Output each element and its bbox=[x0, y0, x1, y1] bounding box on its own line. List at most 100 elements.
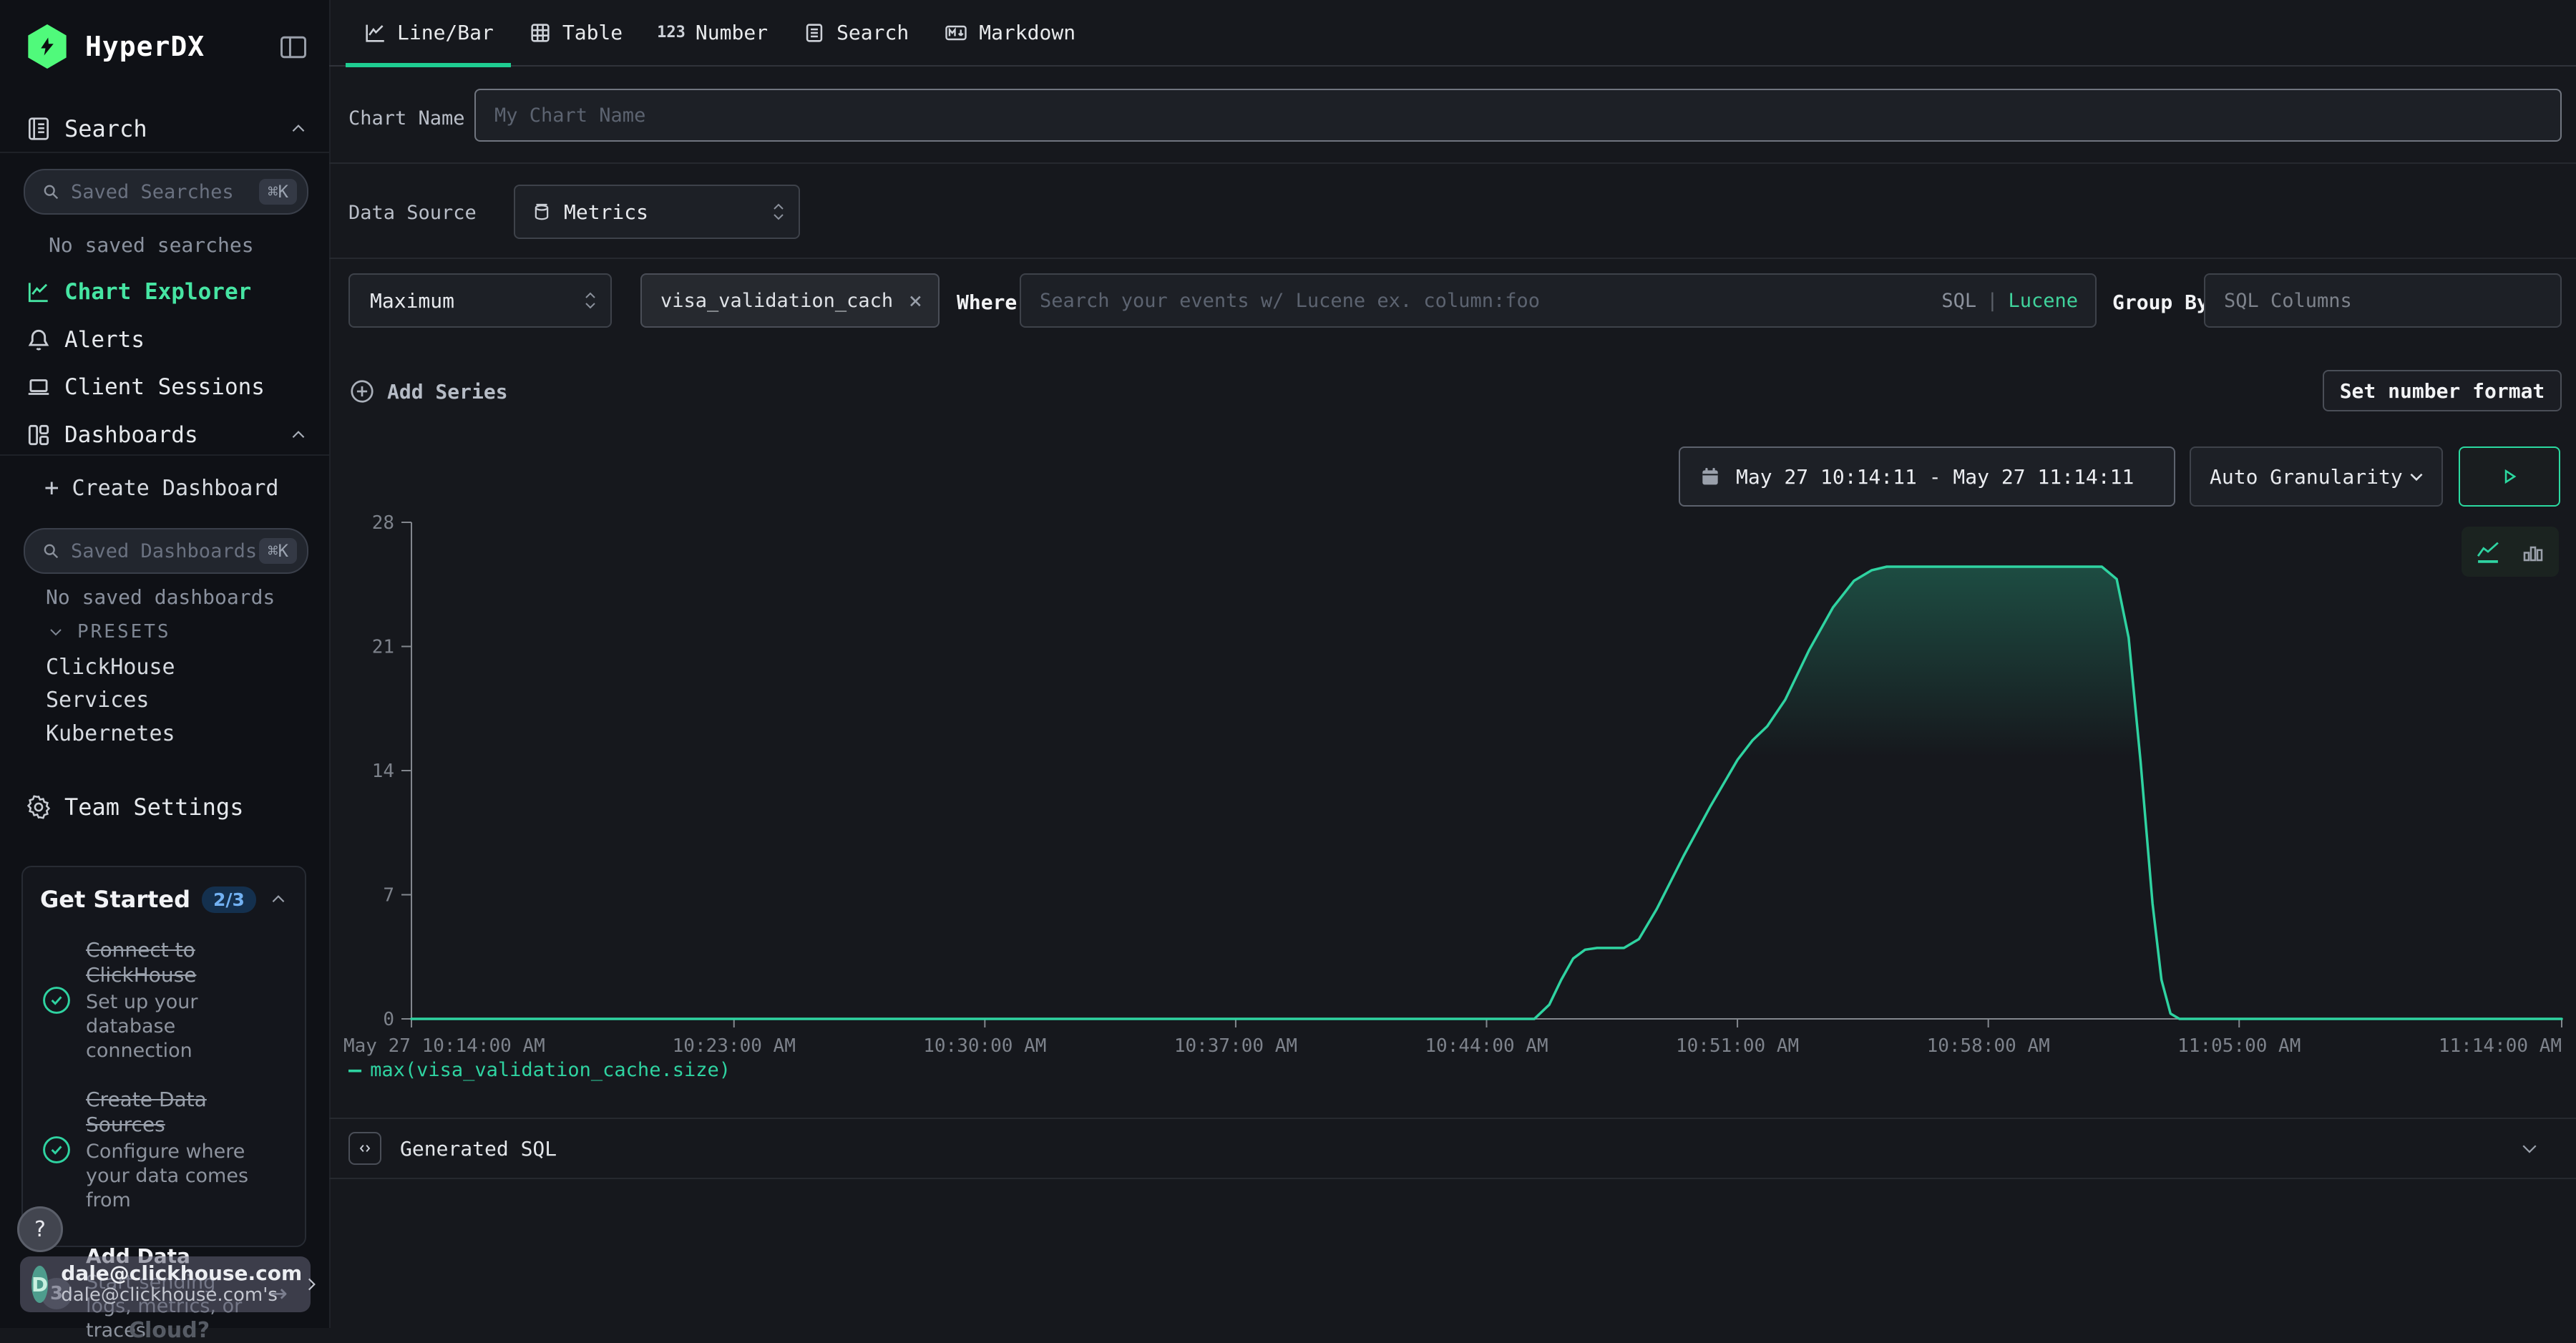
chevron-down-icon[interactable] bbox=[2519, 1138, 2540, 1159]
chart-legend[interactable]: — max(visa_validation_cache.size) bbox=[348, 1058, 731, 1083]
data-source-label: Data Source bbox=[348, 202, 477, 224]
get-started-step-2[interactable]: Create Data Sources Configure where your… bbox=[40, 1087, 288, 1212]
legend-swatch: — bbox=[348, 1058, 361, 1083]
aggregation-select[interactable]: Maximum bbox=[348, 273, 612, 328]
logo[interactable]: HyperDX bbox=[25, 24, 205, 69]
granularity-value: Auto Granularity bbox=[2210, 465, 2403, 489]
language-sql[interactable]: SQL bbox=[1941, 290, 1976, 312]
laptop-icon bbox=[13, 373, 64, 401]
tab-number[interactable]: 123 Number bbox=[640, 0, 785, 66]
client-sessions-label: Client Sessions bbox=[64, 374, 265, 400]
svg-text:7: 7 bbox=[383, 885, 394, 907]
generated-sql-section[interactable]: Generated SQL bbox=[329, 1118, 2576, 1179]
sidebar-search-label: Search bbox=[64, 115, 147, 142]
bar-mode-button[interactable] bbox=[2520, 539, 2546, 565]
data-source-select[interactable]: Metrics bbox=[514, 185, 800, 239]
chart-name-label: Chart Name bbox=[348, 107, 465, 130]
markdown-icon bbox=[943, 20, 969, 46]
partial-bottom-text: Cloud? bbox=[129, 1318, 210, 1343]
add-series-label: Add Series bbox=[387, 380, 508, 404]
group-by-label: Group By bbox=[2112, 290, 2209, 314]
brand-name: HyperDX bbox=[85, 31, 205, 62]
where-input[interactable]: Search your events w/ Lucene ex. column:… bbox=[1020, 273, 2097, 328]
team-settings-label: Team Settings bbox=[64, 793, 243, 821]
get-started-step-1[interactable]: Connect to ClickHouse Set up your databa… bbox=[40, 937, 288, 1063]
saved-searches-input[interactable]: Saved Searches ⌘K bbox=[24, 169, 308, 215]
tab-search[interactable]: Search bbox=[785, 0, 926, 66]
svg-text:10:58:00 AM: 10:58:00 AM bbox=[1927, 1035, 2050, 1057]
chart-name-input[interactable]: My Chart Name bbox=[474, 89, 2562, 142]
chevron-down-icon bbox=[47, 623, 64, 640]
saved-searches-placeholder: Saved Searches bbox=[71, 181, 234, 203]
hyperdx-logo-icon bbox=[25, 24, 69, 69]
help-label: ? bbox=[34, 1217, 46, 1242]
granularity-select[interactable]: Auto Granularity bbox=[2190, 446, 2443, 507]
metric-tag[interactable]: visa_validation_cach × bbox=[640, 273, 940, 328]
step-description: Configure where your data comes from bbox=[86, 1140, 288, 1212]
preset-kubernetes[interactable]: Kubernetes bbox=[46, 721, 175, 746]
date-range-value: May 27 10:14:11 - May 27 11:14:11 bbox=[1736, 465, 2134, 489]
group-by-placeholder: SQL Columns bbox=[2224, 290, 2352, 312]
date-range-picker[interactable]: May 27 10:14:11 - May 27 11:14:11 bbox=[1679, 446, 2175, 507]
sidebar-section-dashboards[interactable]: Dashboards bbox=[0, 415, 329, 455]
presets-toggle[interactable]: PRESETS bbox=[47, 621, 171, 643]
line-mode-button[interactable] bbox=[2474, 539, 2502, 564]
tab-line-bar[interactable]: Line/Bar bbox=[346, 0, 511, 66]
data-source-value: Metrics bbox=[564, 200, 648, 224]
run-query-button[interactable] bbox=[2459, 446, 2560, 507]
sidebar-item-alerts[interactable]: Alerts bbox=[0, 320, 329, 360]
preset-clickhouse[interactable]: ClickHouse bbox=[46, 655, 175, 680]
get-started-progress-badge: 2/3 bbox=[202, 887, 256, 913]
user-subtitle: dale@clickhouse.com's bbox=[61, 1285, 302, 1307]
preset-services[interactable]: Services bbox=[46, 688, 150, 713]
svg-text:10:51:00 AM: 10:51:00 AM bbox=[1676, 1035, 1799, 1057]
svg-text:10:23:00 AM: 10:23:00 AM bbox=[673, 1035, 796, 1057]
step-description: Set up your database connection bbox=[86, 990, 288, 1063]
tab-table[interactable]: Table bbox=[511, 0, 640, 66]
chevron-up-icon[interactable] bbox=[269, 890, 288, 909]
database-icon bbox=[531, 201, 552, 223]
calendar-icon bbox=[1699, 465, 1722, 488]
sidebar-section-search[interactable]: Search bbox=[0, 109, 329, 149]
dashboards-label: Dashboards bbox=[64, 422, 198, 448]
sidebar-item-client-sessions[interactable]: Client Sessions bbox=[0, 367, 329, 407]
metric-tag-label: visa_validation_cach bbox=[660, 290, 893, 312]
language-toggle[interactable]: SQL | Lucene bbox=[1941, 290, 2078, 312]
step-title: Connect to ClickHouse bbox=[86, 938, 196, 987]
remove-tag-icon[interactable]: × bbox=[909, 287, 922, 314]
gear-icon bbox=[13, 793, 64, 821]
set-number-format-button[interactable]: Set number format bbox=[2323, 370, 2562, 411]
chart-name-placeholder: My Chart Name bbox=[494, 104, 645, 127]
select-caret-icon bbox=[583, 292, 597, 309]
svg-text:14: 14 bbox=[372, 761, 394, 782]
plus-icon: + bbox=[44, 474, 59, 502]
user-menu[interactable]: D dale@clickhouse.com dale@clickhouse.co… bbox=[20, 1256, 311, 1312]
no-saved-dashboards-text: No saved dashboards bbox=[46, 585, 275, 609]
language-lucene[interactable]: Lucene bbox=[2008, 290, 2078, 312]
aggregation-value: Maximum bbox=[370, 289, 454, 313]
sidebar-item-team-settings[interactable]: Team Settings bbox=[0, 787, 329, 827]
help-button[interactable]: ? bbox=[17, 1206, 63, 1252]
saved-dashboards-input[interactable]: Saved Dashboards ⌘K bbox=[24, 528, 308, 574]
where-placeholder: Search your events w/ Lucene ex. column:… bbox=[1040, 290, 1540, 312]
collapse-sidebar-icon[interactable] bbox=[278, 31, 309, 63]
get-started-card: Get Started 2/3 Connect to ClickHouse Se… bbox=[21, 866, 306, 1247]
svg-text:11:05:00 AM: 11:05:00 AM bbox=[2177, 1035, 2301, 1057]
select-caret-icon bbox=[771, 203, 786, 220]
sidebar: HyperDX Search Saved Searches ⌘K No save… bbox=[0, 0, 331, 1328]
svg-text:0: 0 bbox=[383, 1009, 394, 1030]
legend-series-label: max(visa_validation_cache.size) bbox=[370, 1059, 731, 1081]
add-series-button[interactable]: Add Series bbox=[348, 378, 508, 405]
search-list-icon bbox=[802, 21, 826, 45]
no-saved-searches-text: No saved searches bbox=[49, 233, 254, 257]
svg-text:May 27 10:14:00 AM: May 27 10:14:00 AM bbox=[343, 1035, 545, 1057]
chevron-up-icon bbox=[289, 119, 308, 138]
group-by-input[interactable]: SQL Columns bbox=[2204, 273, 2562, 328]
tab-markdown[interactable]: Markdown bbox=[926, 0, 1093, 66]
sidebar-item-chart-explorer[interactable]: Chart Explorer bbox=[0, 272, 329, 312]
language-divider: | bbox=[1986, 290, 1998, 312]
create-dashboard-label: Create Dashboard bbox=[72, 476, 278, 501]
where-label: Where bbox=[957, 290, 1017, 314]
create-dashboard-button[interactable]: + Create Dashboard bbox=[44, 474, 278, 502]
get-started-title: Get Started bbox=[40, 886, 190, 913]
